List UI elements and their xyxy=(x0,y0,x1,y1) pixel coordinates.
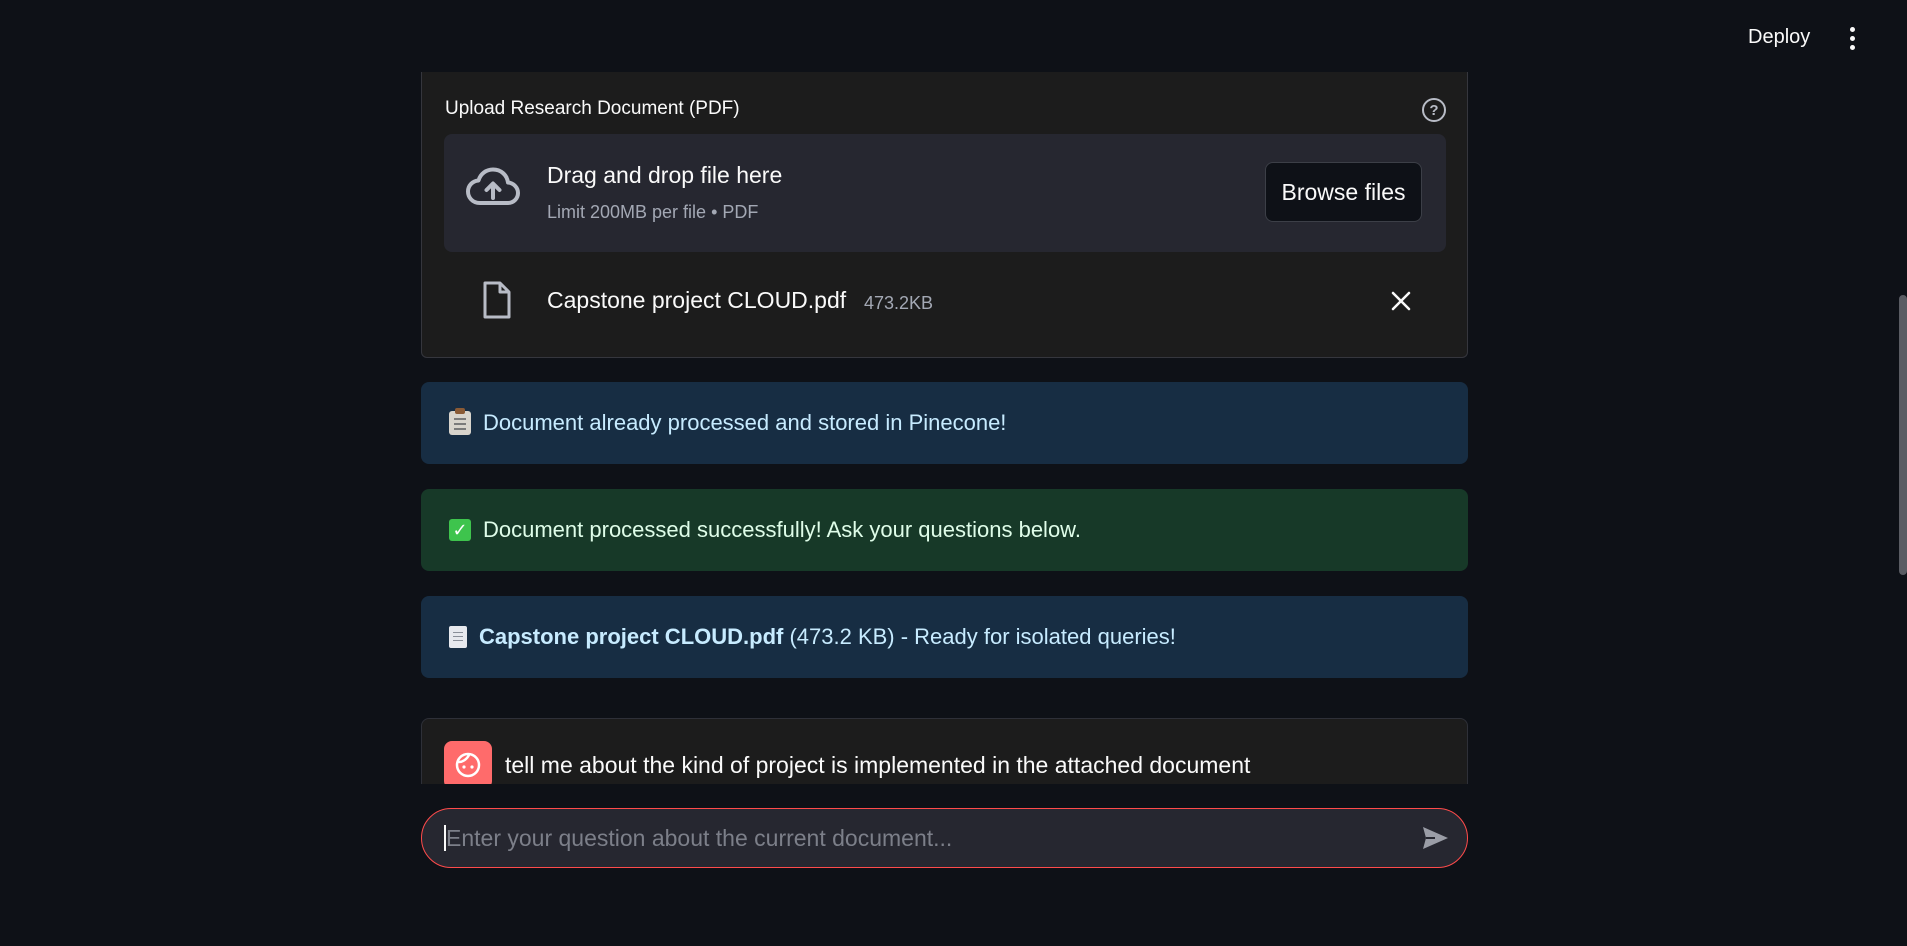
alert-file-name: Capstone project CLOUD.pdf xyxy=(479,624,784,649)
file-icon xyxy=(483,281,511,319)
alert-text: Document already processed and stored in… xyxy=(483,410,1007,435)
info-alert-stored: Document already processed and stored in… xyxy=(421,382,1468,464)
clipboard-icon xyxy=(449,408,471,435)
alert-text: Capstone project CLOUD.pdf (473.2 KB) - … xyxy=(479,624,1176,650)
scrollbar-thumb[interactable] xyxy=(1899,295,1907,575)
file-name: Capstone project CLOUD.pdf xyxy=(547,287,847,313)
info-alert-ready: Capstone project CLOUD.pdf (473.2 KB) - … xyxy=(421,596,1468,678)
dropzone-subtitle: Limit 200MB per file • PDF xyxy=(547,202,759,222)
user-avatar-icon xyxy=(444,741,492,784)
chat-message-text: tell me about the kind of project is imp… xyxy=(505,752,1251,778)
more-vertical-icon[interactable] xyxy=(1840,24,1864,52)
close-icon[interactable] xyxy=(1390,290,1412,312)
alert-text: Document processed successfully! Ask you… xyxy=(483,517,1081,542)
uploader-label: Upload Research Document (PDF) xyxy=(445,98,740,119)
alert-detail: (473.2 KB) - Ready for isolated queries! xyxy=(783,624,1176,649)
uploaded-file-row: Capstone project CLOUD.pdf 473.2KB xyxy=(444,272,1446,336)
chat-input[interactable] xyxy=(444,825,1404,851)
chat-message-user: tell me about the kind of project is imp… xyxy=(421,718,1468,784)
chat-input-container[interactable] xyxy=(421,808,1468,868)
success-alert: ✓ Document processed successfully! Ask y… xyxy=(421,489,1468,571)
browse-files-button[interactable]: Browse files xyxy=(1265,162,1422,222)
send-icon[interactable] xyxy=(1421,825,1449,851)
file-uploader: Upload Research Document (PDF) ? Drag an… xyxy=(421,72,1468,358)
document-icon xyxy=(449,626,467,648)
dropzone[interactable]: Drag and drop file here Limit 200MB per … xyxy=(444,134,1446,252)
deploy-button[interactable]: Deploy xyxy=(1740,22,1818,53)
help-circle-icon[interactable]: ? xyxy=(1422,98,1446,122)
cloud-upload-icon xyxy=(466,167,520,205)
check-icon: ✓ xyxy=(449,519,471,541)
dropzone-title: Drag and drop file here xyxy=(547,162,783,188)
app-header: Deploy xyxy=(0,0,1907,72)
file-size: 473.2KB xyxy=(864,293,934,313)
